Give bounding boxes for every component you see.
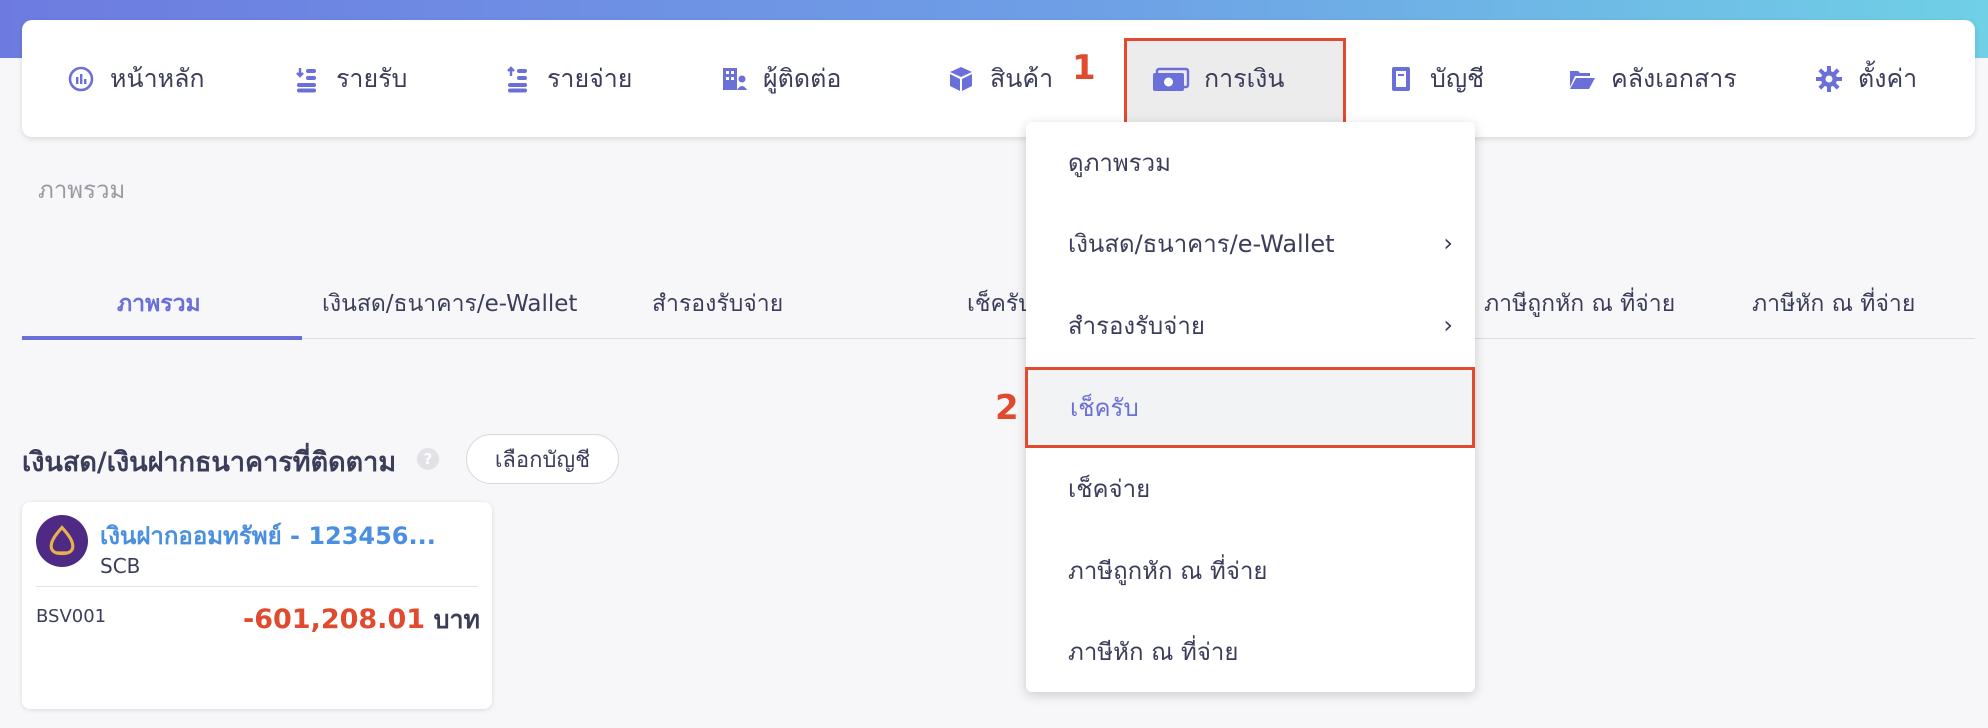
balance-currency: บาท bbox=[433, 605, 480, 634]
nav-label: รายรับ bbox=[336, 63, 408, 93]
nav-item-documents[interactable]: คลังเอกสาร bbox=[1567, 20, 1737, 137]
nav-label: บัญชี bbox=[1430, 63, 1485, 93]
select-account-button[interactable]: เลือกบัญชี bbox=[466, 434, 619, 484]
help-icon[interactable]: ? bbox=[417, 448, 439, 470]
menu-item-label: ดูภาพรวม bbox=[1068, 149, 1171, 177]
expense-coins-icon bbox=[503, 64, 533, 94]
menu-item-label: ภาษีหัก ณ ที่จ่าย bbox=[1068, 638, 1239, 666]
nav-item-income[interactable]: รายรับ bbox=[292, 20, 407, 137]
contacts-building-icon bbox=[719, 64, 749, 94]
tab-cash-bank-ewallet[interactable]: เงินสด/ธนาคาร/e-Wallet bbox=[322, 286, 577, 322]
tab-bar: ภาพรวม เงินสด/ธนาคาร/e-Wallet สำรองรับจ่… bbox=[22, 276, 1975, 340]
account-balance: -601,208.01 บาท bbox=[243, 600, 480, 640]
scb-bank-logo-icon bbox=[36, 515, 88, 567]
dashboard-gauge-icon bbox=[66, 64, 96, 94]
bank-name: SCB bbox=[100, 554, 141, 578]
menu-item-cheque-paid[interactable]: เช็คจ่าย bbox=[1026, 448, 1475, 529]
menu-item-petty-cash[interactable]: สำรองรับจ่าย › bbox=[1026, 285, 1475, 366]
menu-item-cheque-received[interactable]: เช็ครับ bbox=[1025, 367, 1475, 448]
folder-open-icon bbox=[1567, 64, 1597, 94]
menu-item-label: สำรองรับจ่าย bbox=[1068, 312, 1205, 340]
menu-item-label: เงินสด/ธนาคาร/e-Wallet bbox=[1068, 230, 1335, 258]
chevron-right-icon: › bbox=[1443, 229, 1453, 257]
nav-item-products[interactable]: สินค้า bbox=[946, 20, 1053, 137]
finance-dropdown-menu: ดูภาพรวม เงินสด/ธนาคาร/e-Wallet › สำรองร… bbox=[1025, 122, 1475, 692]
nav-label: ตั้งค่า bbox=[1858, 63, 1918, 93]
nav-label: ผู้ติดต่อ bbox=[763, 63, 842, 93]
tab-overview[interactable]: ภาพรวม bbox=[117, 286, 201, 322]
step-1-annotation: 1 bbox=[1072, 48, 1096, 88]
menu-item-withholding-tax[interactable]: ภาษีหัก ณ ที่จ่าย bbox=[1026, 611, 1475, 692]
nav-item-finance[interactable]: การเงิน bbox=[1152, 20, 1284, 137]
tab-withheld-tax[interactable]: ภาษีถูกหัก ณ ที่จ่าย bbox=[1484, 286, 1675, 322]
menu-item-label: เช็คจ่าย bbox=[1068, 475, 1151, 503]
main-navbar: หน้าหลัก รายรับ รายจ่าย ผู้ติดต่อ สินค้า… bbox=[22, 20, 1975, 141]
menu-item-cash-bank-ewallet[interactable]: เงินสด/ธนาคาร/e-Wallet › bbox=[1026, 203, 1475, 284]
step-2-annotation: 2 bbox=[995, 388, 1019, 428]
tab-cheque-received[interactable]: เช็ครับ bbox=[967, 286, 1033, 322]
menu-item-label: ภาษีถูกหัก ณ ที่จ่าย bbox=[1068, 557, 1268, 585]
nav-item-accounting[interactable]: บัญชี bbox=[1386, 20, 1484, 137]
nav-item-settings[interactable]: ตั้งค่า bbox=[1814, 20, 1917, 137]
ledger-book-icon bbox=[1386, 64, 1416, 94]
nav-item-home[interactable]: หน้าหลัก bbox=[66, 20, 205, 137]
nav-item-expense[interactable]: รายจ่าย bbox=[503, 20, 632, 137]
nav-label: รายจ่าย bbox=[547, 63, 633, 93]
money-bill-icon bbox=[1152, 64, 1190, 94]
breadcrumb: ภาพรวม bbox=[38, 176, 126, 204]
tab-petty-cash[interactable]: สำรองรับจ่าย bbox=[652, 286, 783, 322]
card-divider bbox=[36, 586, 478, 587]
nav-label: คลังเอกสาร bbox=[1611, 63, 1737, 93]
menu-item-overview[interactable]: ดูภาพรวม bbox=[1026, 122, 1475, 203]
account-card[interactable]: เงินฝากออมทรัพย์ - 123456... SCB BSV001 … bbox=[22, 502, 492, 709]
tab-active-underline bbox=[22, 336, 302, 340]
nav-label: การเงิน bbox=[1204, 63, 1285, 93]
account-name-link[interactable]: เงินฝากออมทรัพย์ - 123456... bbox=[100, 516, 436, 555]
menu-item-withheld-tax[interactable]: ภาษีถูกหัก ณ ที่จ่าย bbox=[1026, 530, 1475, 611]
income-coins-icon bbox=[292, 64, 322, 94]
gear-icon bbox=[1814, 64, 1844, 94]
balance-amount: -601,208.01 bbox=[243, 604, 426, 635]
menu-item-label: เช็ครับ bbox=[1070, 394, 1139, 422]
nav-label: สินค้า bbox=[990, 63, 1054, 93]
section-title: เงินสด/เงินฝากธนาคารที่ติดตาม bbox=[22, 447, 397, 478]
chevron-right-icon: › bbox=[1443, 311, 1453, 339]
product-box-icon bbox=[946, 64, 976, 94]
nav-item-contacts[interactable]: ผู้ติดต่อ bbox=[719, 20, 841, 137]
tab-withholding-tax[interactable]: ภาษีหัก ณ ที่จ่าย bbox=[1752, 286, 1915, 322]
nav-label: หน้าหลัก bbox=[110, 63, 205, 93]
account-code: BSV001 bbox=[36, 606, 107, 627]
